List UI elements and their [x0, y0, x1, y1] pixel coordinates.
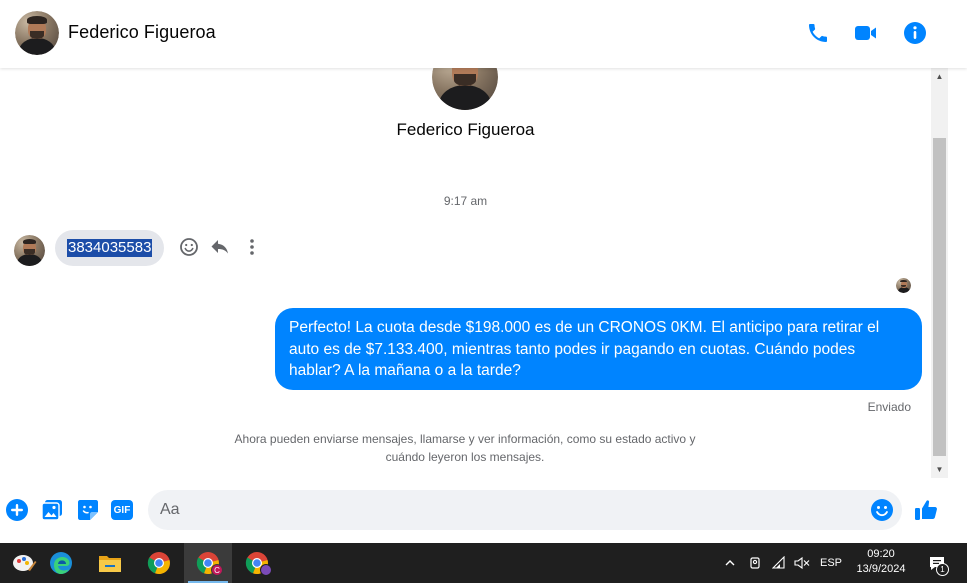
scroll-thumb[interactable] [933, 138, 946, 456]
read-receipt-avatar [896, 278, 911, 293]
profile-name: Federico Figueroa [396, 120, 535, 139]
notification-center-button[interactable]: 1 [922, 543, 952, 583]
gif-button[interactable]: GIF [110, 498, 134, 522]
conversation-info-button[interactable] [902, 20, 928, 46]
reply-button[interactable] [209, 236, 231, 258]
emoji-picker-button[interactable] [870, 498, 894, 522]
tray-language[interactable]: ESP [817, 543, 845, 583]
incoming-message-text: 3834035583 [67, 239, 153, 257]
folder-icon [99, 556, 121, 572]
video-call-button[interactable] [853, 20, 879, 46]
attach-image-button[interactable] [40, 498, 64, 522]
chrome-icon [147, 552, 170, 575]
video-icon [855, 26, 876, 40]
taskbar-app-chrome-profile-2[interactable] [233, 543, 281, 583]
taskbar-app-chrome-profile-c[interactable]: C [184, 543, 232, 583]
tray-network[interactable] [769, 543, 789, 583]
audio-call-button[interactable] [805, 20, 831, 46]
taskbar-app-edge[interactable] [37, 543, 85, 583]
like-icon [915, 500, 937, 520]
plus-icon [6, 499, 28, 521]
contact-avatar[interactable] [15, 11, 59, 55]
taskbar-app-file-explorer[interactable] [86, 543, 134, 583]
profile-avatar[interactable] [432, 68, 498, 110]
more-options-button[interactable] [5, 498, 29, 522]
show-hidden-icons-button[interactable] [720, 543, 740, 583]
contact-name[interactable]: Federico Figueroa [68, 22, 216, 43]
windows-taskbar: C ESP 09:20 13/9/2024 1 [0, 543, 967, 583]
sticker-button[interactable] [76, 498, 100, 522]
like-button[interactable] [913, 497, 939, 523]
reply-icon [211, 240, 228, 254]
scroll-down-arrow[interactable]: ▼ [931, 461, 948, 478]
emoji-icon [180, 238, 198, 256]
message-timestamp: 9:17 am [443, 194, 488, 208]
scroll-up-arrow[interactable]: ▲ [931, 68, 948, 85]
privacy-info-note: Ahora pueden enviarse mensajes, llamarse… [234, 432, 696, 464]
outgoing-message-bubble[interactable]: Perfecto! La cuota desde $198.000 es de … [275, 308, 922, 390]
thread-scrollbar[interactable]: ▲ ▼ [931, 68, 948, 478]
system-clock[interactable]: 09:20 13/9/2024 [845, 547, 917, 577]
wifi-icon [772, 556, 785, 569]
message-thread[interactable]: Federico Figueroa 9:17 am 3834035583 Per… [0, 68, 931, 478]
edge-icon [50, 552, 72, 574]
image-icon [41, 500, 62, 521]
clock-date: 13/9/2024 [856, 563, 906, 575]
sent-status: Enviado [867, 400, 911, 414]
chevron-up-icon [725, 560, 735, 566]
more-icon [250, 239, 254, 255]
gif-label: GIF [113, 504, 131, 516]
info-icon [904, 22, 926, 44]
taskbar-app-chrome[interactable] [135, 543, 183, 583]
chrome-profile-badge: C [211, 564, 223, 576]
volume-muted-icon [794, 556, 810, 570]
tray-volume[interactable] [792, 543, 812, 583]
sticker-icon [78, 500, 98, 520]
react-button[interactable] [178, 236, 200, 258]
chat-header: Federico Figueroa [0, 0, 967, 68]
tray-meet-now[interactable] [745, 543, 765, 583]
clock-time: 09:20 [867, 548, 895, 560]
incoming-message-bubble[interactable]: 3834035583 [55, 230, 165, 266]
emoji-icon [871, 499, 893, 521]
more-actions-button[interactable] [241, 236, 263, 258]
notification-count-badge: 1 [936, 563, 949, 576]
phone-icon [809, 24, 827, 42]
message-input[interactable] [160, 490, 860, 530]
sender-avatar[interactable] [14, 235, 45, 266]
chrome-profile-avatar-icon [260, 564, 272, 576]
messenger-window: Federico Figueroa Federico Figueroa 9:17… [0, 0, 967, 543]
paint-app-icon [13, 555, 37, 571]
message-composer: GIF [0, 478, 967, 543]
message-input-wrapper[interactable] [148, 490, 902, 530]
camera-icon [750, 557, 760, 569]
